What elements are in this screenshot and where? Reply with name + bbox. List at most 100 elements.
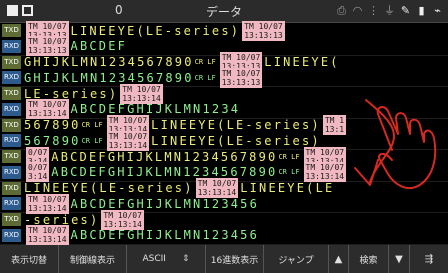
timestamp-date: TM 10/07 (28, 21, 67, 31)
txd-sequence: 567890 CR LF TM 10/07 13:13:14 LINEEYE(LE-se… (24, 115, 348, 136)
txd-label: TXD (2, 55, 21, 69)
rxd-label: RXD (2, 165, 21, 179)
crlf-marker: CR LF (278, 168, 300, 177)
network-icon: ⋮ (368, 4, 379, 17)
timestamp-date: TM 10/07 (28, 37, 67, 47)
transmit-text: LINEEYE( (264, 55, 340, 70)
encoding-value: ASCII (142, 254, 166, 264)
receive-text: ABCDEFGHIJKLMN1234567890 (51, 165, 278, 180)
transmit-text: 567890 (24, 118, 81, 133)
search-button[interactable]: 検索 (349, 245, 389, 273)
timestamp-date: TM 10/07 (221, 68, 261, 78)
data-row: TXD 0/07 3:14 ABCDEFGHIJKLMN1234567890 CR LF… (0, 146, 448, 183)
timestamp-date: TM 10/07 (221, 53, 261, 63)
transmit-text: GHIJKLMN1234567890 (24, 55, 194, 70)
timestamp-badge: TM 10/07 13:13:13 (219, 67, 263, 88)
data-row: TXD LINEEYE(LE-series) TM 10/07 13:13:14 LIN… (0, 178, 448, 214)
storage-icon: ▮ (418, 4, 425, 17)
rxd-label: RXD (2, 39, 21, 53)
rxd-label: RXD (2, 228, 21, 242)
receive-text: GHIJKLMN1234567890 (24, 70, 194, 85)
rxd-line: RXD TM 10/07 13:13:14 ABCDEFGHIJKLMN1234 (0, 99, 448, 120)
timestamp-date: 0/07 (28, 163, 48, 173)
timestamp-badge: TM 10/07 13:13:13 (26, 36, 69, 57)
txd-label: TXD (2, 24, 21, 37)
updown-chevron-icon: ⇕ (181, 254, 190, 264)
timestamp-date: TM 10/07 (28, 194, 67, 204)
search-down-button[interactable]: ▼ (389, 245, 410, 273)
data-row: TXD -series) TM 10/07 13:13:14 RXD TM 10/07 13… (0, 209, 448, 246)
crlf-marker: CR LF (194, 73, 216, 82)
timestamp-date: TM 10/07 (108, 116, 148, 126)
txd-sequence: GHIJKLMN1234567890 CR LF TM 10/07 13:13:13 L… (24, 52, 340, 73)
receive-text: ABCDEFGHIJKLMN123456 (70, 228, 260, 243)
printer-icon: ⎙ (337, 4, 346, 17)
timestamp-date: TM 10/07 (108, 131, 148, 141)
rxd-sequence: TM 10/07 13:13:13 ABCDEF (24, 36, 128, 57)
wifi-icon: ◠ (352, 4, 363, 17)
timestamp-date: TM 10/07 (197, 179, 237, 189)
transmit-text: LINEEYE(LE-series) (151, 118, 321, 133)
bottom-toolbar: 表示切替 制御線表示 ASCII ⇕ 16進数表示 ジャンプ ▲ 検索 ▼ ⇶ (0, 245, 448, 273)
data-row: TXD 567890 CR LF TM 10/07 13:13:14 LINEEYE(LE… (0, 115, 448, 151)
txd-line: TXD 567890 CR LF TM 10/07 13:13:14 LINEEYE(LE… (0, 115, 448, 136)
txd-sequence: 0/07 3:14 ABCDEFGHIJKLMN1234567890 CR LF TM … (24, 146, 348, 167)
data-row: TXD LE-series) TM 10/07 13:13:14 RXD TM 10/07… (0, 83, 448, 120)
txd-label: TXD (2, 118, 21, 132)
crlf-marker: CR LF (194, 58, 216, 67)
rxd-label: RXD (2, 102, 21, 116)
rxd-line: RXD TM 10/07 13:13:14 ABCDEFGHIJKLMN123456 (0, 225, 448, 246)
rxd-sequence: 0/07 3:14 ABCDEFGHIJKLMN1234567890 CR LF TM … (24, 162, 348, 183)
transmit-text: LINEEYE(LE (240, 181, 335, 196)
timestamp-time: 13:13:14 (28, 235, 67, 245)
data-row: TXD GHIJKLMN1234567890 CR LF TM 10/07 13:13:… (0, 52, 448, 88)
txd-sequence: LINEEYE(LE-series) TM 10/07 13:13:14 LINEEY… (24, 178, 335, 199)
transmit-text: ABCDEFGHIJKLMN1234567890 (51, 149, 278, 164)
timestamp-badge: TM 10/07 13:13:14 (106, 130, 150, 151)
receive-text: LINEEYE(LE-series) (151, 133, 321, 148)
timestamp-date: TM 10/07 (305, 163, 345, 173)
usb-icon: ⏚ (384, 4, 395, 17)
encoding-select[interactable]: ASCII ⇕ (127, 245, 206, 273)
timestamp-date: TM 10/07 (122, 84, 161, 94)
data-row: TXD TM 10/07 13:13:13 LINEEYE(LE-series) TM … (0, 20, 448, 57)
timestamp-date: 0/07 (28, 147, 48, 157)
rxd-line: RXD TM 10/07 13:13:14 ABCDEFGHIJKLMN123456 (0, 193, 448, 214)
receive-text: ABCDEFGHIJKLMN1234 (70, 102, 241, 117)
menu-button[interactable]: ⇶ (410, 245, 448, 273)
timestamp-date: TM 10/07 (28, 100, 67, 110)
control-lines-button[interactable]: 制御線表示 (59, 245, 127, 273)
txd-label: TXD (2, 87, 21, 100)
display-switch-button[interactable]: 表示切替 (0, 245, 59, 273)
timestamp-badge: TM 10/07 13:13:14 (303, 162, 347, 183)
search-up-button[interactable]: ▲ (329, 245, 349, 273)
rxd-sequence: TM 10/07 13:13:14 ABCDEFGHIJKLMN123456 (24, 225, 260, 246)
status-icons: ⎙ ◠ ⋮ ⏚ ✎ ▮ ⌁ (335, 4, 444, 18)
timestamp-badge: TM 10/07 13:13:14 (26, 225, 69, 246)
status-bar: 0 データ ⎙ ◠ ⋮ ⏚ ✎ ▮ ⌁ (0, 0, 448, 23)
rxd-sequence: 567890 CR LF TM 10/07 13:13:14 LINEEYE(LE-se… (24, 130, 321, 151)
hex-display-button[interactable]: 16進数表示 (206, 245, 264, 273)
timestamp-date: TM 10/07 (244, 21, 283, 31)
rxd-line: RXD 567890 CR LF TM 10/07 13:13:14 LINEEYE(LE… (0, 130, 448, 151)
rxd-label: RXD (2, 134, 21, 147)
txd-line: TXD 0/07 3:14 ABCDEFGHIJKLMN1234567890 CR LF… (0, 146, 448, 167)
timestamp-badge: TM 10/07 13:13:14 (26, 99, 69, 120)
timestamp-date: TM 10/07 (28, 226, 67, 236)
rxd-line: RXD GHIJKLMN1234567890 CR LF TM 10/07 13:13:… (0, 67, 448, 88)
wrench-icon: ✎ (400, 4, 411, 17)
crlf-marker: CR LF (278, 152, 300, 161)
rxd-label: RXD (2, 71, 21, 84)
txd-label: TXD (2, 213, 21, 226)
jump-button[interactable]: ジャンプ (264, 245, 329, 273)
crlf-marker: CR LF (81, 121, 103, 130)
receive-text: ABCDEF (70, 39, 128, 54)
timestamp-date: TM 1 (324, 116, 345, 126)
timestamp-date: TM 10/07 (103, 210, 142, 220)
txd-label: TXD (2, 181, 21, 195)
data-monitor[interactable]: TXD TM 10/07 13:13:13 LINEEYE(LE-series) TM … (0, 20, 448, 246)
power-icon: ⌁ (434, 4, 441, 17)
rxd-label: RXD (2, 197, 21, 210)
timestamp-badge: 0/07 3:14 (26, 162, 50, 183)
receive-text: ABCDEFGHIJKLMN123456 (70, 196, 260, 211)
